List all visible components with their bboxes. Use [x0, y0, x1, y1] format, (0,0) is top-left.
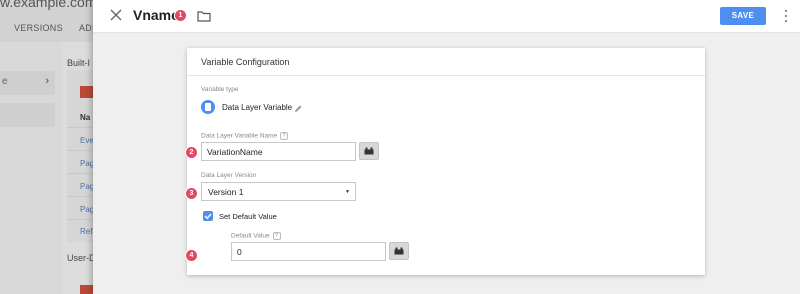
chevron-right-icon: ›: [45, 75, 49, 87]
default-value-input[interactable]: 0: [231, 242, 386, 261]
dl-name-label: Data Layer Variable Name: [201, 132, 278, 140]
bg-left-item-label: e: [2, 76, 8, 87]
help-icon[interactable]: ?: [272, 232, 281, 240]
variable-type-label: Variable type: [201, 86, 239, 93]
variable-name-title[interactable]: Vname: [133, 7, 179, 23]
dropdown-arrow-icon: ▼: [345, 189, 350, 195]
variable-editor-panel: Vname 1 SAVE Variable Configuration Vari…: [93, 0, 800, 294]
help-icon[interactable]: ?: [280, 132, 289, 140]
brick-variable-picker-icon[interactable]: [389, 242, 409, 260]
dl-name-label-wrap: Data Layer Variable Name?: [201, 132, 289, 140]
folder-icon[interactable]: [197, 9, 211, 22]
variable-configuration-card: Variable Configuration Variable type Dat…: [186, 48, 705, 275]
dl-version-select[interactable]: Version 1 ▼: [201, 182, 356, 201]
bg-topbar: w.example.com: [0, 0, 100, 18]
card-title: Variable Configuration: [201, 57, 290, 67]
bg-section-user-defined: User-D: [67, 253, 96, 263]
bg-section-builtin: Built-I: [67, 58, 91, 68]
bg-left-item: e ›: [0, 71, 55, 95]
variable-type-value[interactable]: Data Layer Variable: [222, 103, 292, 112]
save-button[interactable]: SAVE: [720, 7, 766, 25]
dl-version-label: Data Layer Version: [201, 172, 257, 179]
default-value-label-wrap: Default Value?: [231, 232, 281, 240]
step-marker-1: 1: [175, 10, 186, 21]
set-default-value-label: Set Default Value: [219, 212, 277, 221]
dl-version-selected: Version 1: [208, 186, 244, 197]
card-divider: [187, 75, 705, 76]
data-layer-variable-icon: [201, 100, 215, 114]
bg-red-button-2: [80, 285, 94, 294]
bg-table-row: Eve: [80, 136, 94, 145]
step-marker-4: 4: [186, 250, 197, 261]
bg-account-domain: w.example.com: [0, 0, 97, 10]
bg-left-item-2: [0, 103, 55, 127]
set-default-value-checkbox[interactable]: [203, 211, 213, 221]
bg-tab-versions: VERSIONS: [14, 23, 63, 33]
close-icon[interactable]: [107, 6, 125, 24]
bg-table-row: Ref: [80, 227, 93, 236]
more-vert-icon[interactable]: [781, 7, 791, 25]
edit-pencil-icon[interactable]: [293, 101, 303, 112]
default-value-label: Default Value: [231, 232, 270, 240]
step-marker-3: 3: [186, 188, 197, 199]
brick-variable-picker-icon[interactable]: [359, 142, 379, 160]
dl-variable-name-input[interactable]: VariationName: [201, 142, 356, 161]
editor-header: Vname 1 SAVE: [93, 0, 800, 33]
step-marker-2: 2: [186, 147, 197, 158]
bg-table-header: Na: [80, 113, 91, 122]
bg-red-button: [80, 86, 94, 98]
